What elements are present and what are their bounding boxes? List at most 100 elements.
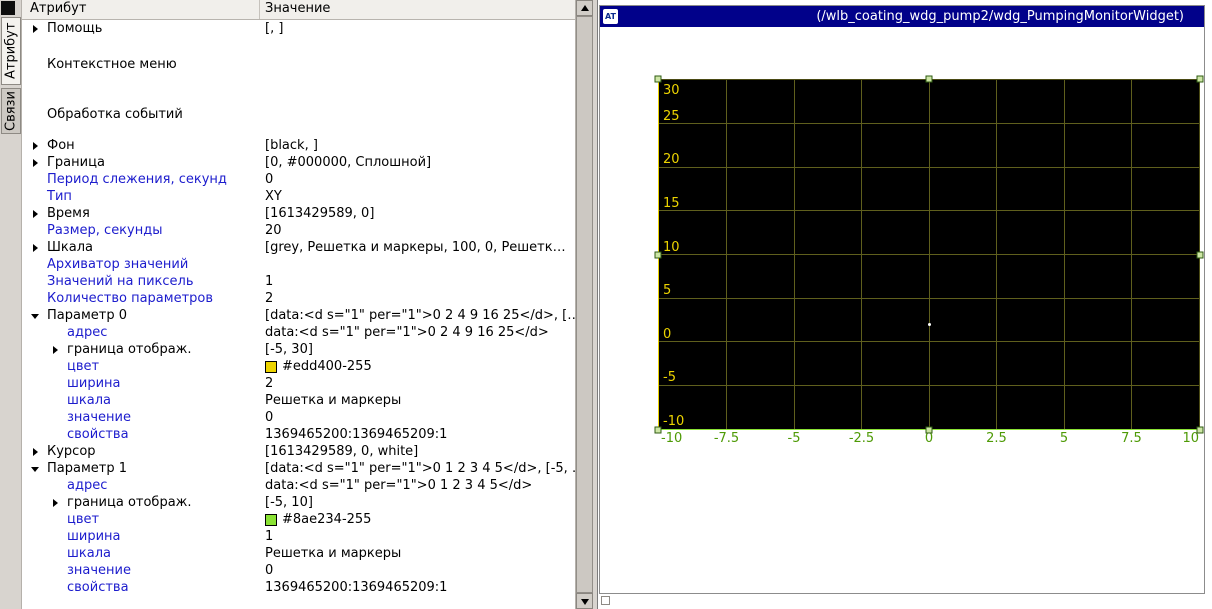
attr-row[interactable]: Контекстное меню <box>22 37 575 91</box>
expander-closed-icon[interactable] <box>31 141 41 151</box>
attr-value[interactable]: [grey, Решетка и маркеры, 100, 0, Решетк… <box>260 240 575 255</box>
tab-attributes[interactable]: Атрибут <box>1 17 21 85</box>
attr-value-text: 0 <box>265 563 273 578</box>
attr-value[interactable]: 1 <box>260 274 575 289</box>
attr-label: ширина <box>67 376 121 391</box>
attr-row[interactable]: свойства1369465200:1369465209:1 <box>22 579 575 596</box>
expander-open-icon[interactable] <box>31 311 41 321</box>
attr-value[interactable]: [-5, 10] <box>260 495 575 510</box>
selection-handle[interactable] <box>655 427 662 434</box>
attr-row[interactable]: Период слежения, секунд0 <box>22 171 575 188</box>
attr-value[interactable]: [1613429589, 0] <box>260 206 575 221</box>
window-titlebar[interactable]: AT (/wlb_coating_wdg_pump2/wdg_PumpingMo… <box>600 6 1204 27</box>
attr-row[interactable]: цвет#8ae234-255 <box>22 511 575 528</box>
attr-row[interactable]: цвет#edd400-255 <box>22 358 575 375</box>
attr-value-text: [, ] <box>265 21 283 36</box>
arrow-up-icon <box>581 5 589 11</box>
attr-row[interactable]: Граница[0, #000000, Сплошной] <box>22 154 575 171</box>
attr-row[interactable]: Значений на пиксель1 <box>22 273 575 290</box>
attr-name-cell: Размер, секунды <box>22 223 260 238</box>
v-gridline <box>929 80 930 429</box>
attr-value[interactable]: data:<d s="1" per="1">0 2 4 9 16 25</d> <box>260 325 575 340</box>
selection-handle[interactable] <box>655 76 662 83</box>
attr-value[interactable]: 2 <box>260 376 575 391</box>
attr-value[interactable]: 1 <box>260 529 575 544</box>
header-value-column[interactable]: Значение <box>260 0 330 19</box>
attr-value[interactable]: 1369465200:1369465209:1 <box>260 580 575 595</box>
attr-row[interactable]: Размер, секунды20 <box>22 222 575 239</box>
selection-handle[interactable] <box>926 76 933 83</box>
attr-label: Курсор <box>47 444 96 459</box>
scroll-down-button[interactable] <box>576 593 593 609</box>
corner-box <box>1 1 15 15</box>
attr-value[interactable]: [-5, 30] <box>260 342 575 357</box>
attr-name-cell: граница отображ. <box>22 342 260 357</box>
arrow-down-icon <box>581 599 589 605</box>
attr-value[interactable]: Решетка и маркеры <box>260 546 575 561</box>
attr-value[interactable]: 0 <box>260 410 575 425</box>
attr-value[interactable]: 0 <box>260 563 575 578</box>
attr-value[interactable]: 2 <box>260 291 575 306</box>
expander-closed-icon[interactable] <box>31 447 41 457</box>
attr-row[interactable]: шкалаРешетка и маркеры <box>22 545 575 562</box>
expander-open-icon[interactable] <box>31 464 41 474</box>
attr-row[interactable]: граница отображ.[-5, 30] <box>22 341 575 358</box>
expander-closed-icon[interactable] <box>31 243 41 253</box>
attr-row[interactable]: граница отображ.[-5, 10] <box>22 494 575 511</box>
expander-spacer <box>31 109 41 119</box>
attr-value[interactable]: 1369465200:1369465209:1 <box>260 427 575 442</box>
expander-closed-icon[interactable] <box>31 209 41 219</box>
attr-value[interactable]: data:<d s="1" per="1">0 1 2 3 4 5</d> <box>260 478 575 493</box>
selection-handle[interactable] <box>1197 427 1204 434</box>
attr-row[interactable]: Параметр 1[data:<d s="1" per="1">0 1 2 3… <box>22 460 575 477</box>
attr-row[interactable]: значение0 <box>22 409 575 426</box>
expander-closed-icon[interactable] <box>51 345 61 355</box>
attr-row[interactable]: свойства1369465200:1369465209:1 <box>22 426 575 443</box>
attr-value[interactable]: XY <box>260 189 575 204</box>
attr-row[interactable]: Фон[black, ] <box>22 137 575 154</box>
attr-row[interactable]: Параметр 0[data:<d s="1" per="1">0 2 4 9… <box>22 307 575 324</box>
attr-value[interactable]: [, ] <box>260 21 575 36</box>
selection-handle[interactable] <box>1197 76 1204 83</box>
attr-name-cell: Период слежения, секунд <box>22 172 260 187</box>
attr-value[interactable]: 0 <box>260 172 575 187</box>
attr-value[interactable]: [black, ] <box>260 138 575 153</box>
attributes-scrollbar[interactable] <box>575 0 592 609</box>
attr-row[interactable]: Шкала[grey, Решетка и маркеры, 100, 0, Р… <box>22 239 575 256</box>
selection-handle[interactable] <box>926 427 933 434</box>
scroll-up-button[interactable] <box>576 0 593 16</box>
tab-links[interactable]: Связи <box>1 88 21 134</box>
header-attribute-column[interactable]: Атрибут <box>22 0 260 19</box>
selection-handle[interactable] <box>655 251 662 258</box>
attr-value[interactable]: [1613429589, 0, white] <box>260 444 575 459</box>
attr-value[interactable]: [data:<d s="1" per="1">0 2 4 9 16 25</d>… <box>260 308 575 323</box>
attr-row[interactable]: адресdata:<d s="1" per="1">0 1 2 3 4 5</… <box>22 477 575 494</box>
expander-closed-icon[interactable] <box>51 498 61 508</box>
attr-row[interactable]: ширина1 <box>22 528 575 545</box>
attr-name-cell: Шкала <box>22 240 260 255</box>
attr-value[interactable]: Решетка и маркеры <box>260 393 575 408</box>
attr-row[interactable]: значение0 <box>22 562 575 579</box>
attr-row[interactable]: ТипXY <box>22 188 575 205</box>
attr-row[interactable]: Архиватор значений <box>22 256 575 273</box>
attr-value[interactable]: [data:<d s="1" per="1">0 1 2 3 4 5</d>, … <box>260 461 575 476</box>
attr-value-text: data:<d s="1" per="1">0 2 4 9 16 25</d> <box>265 325 549 340</box>
attr-row[interactable]: Курсор [1613429589, 0, white] <box>22 443 575 460</box>
chart-plot[interactable]: 302520151050-5-10 <box>658 79 1200 430</box>
attr-row[interactable]: Время[1613429589, 0] <box>22 205 575 222</box>
attr-row[interactable]: Количество параметров2 <box>22 290 575 307</box>
selection-handle[interactable] <box>1197 251 1204 258</box>
expander-closed-icon[interactable] <box>31 24 41 34</box>
scrollbar-thumb[interactable] <box>576 16 593 593</box>
attr-value[interactable]: 20 <box>260 223 575 238</box>
attr-value[interactable]: [0, #000000, Сплошной] <box>260 155 575 170</box>
expander-closed-icon[interactable] <box>31 158 41 168</box>
attr-row[interactable]: ширина 2 <box>22 375 575 392</box>
attr-row[interactable]: шкалаРешетка и маркеры <box>22 392 575 409</box>
attr-row[interactable]: Помощь[, ] <box>22 20 575 37</box>
expander-spacer <box>31 294 41 304</box>
attr-row[interactable]: адресdata:<d s="1" per="1">0 2 4 9 16 25… <box>22 324 575 341</box>
attr-value[interactable]: #edd400-255 <box>260 359 575 374</box>
attr-value[interactable]: #8ae234-255 <box>260 512 575 527</box>
attr-row[interactable]: Обработка событий <box>22 91 575 137</box>
